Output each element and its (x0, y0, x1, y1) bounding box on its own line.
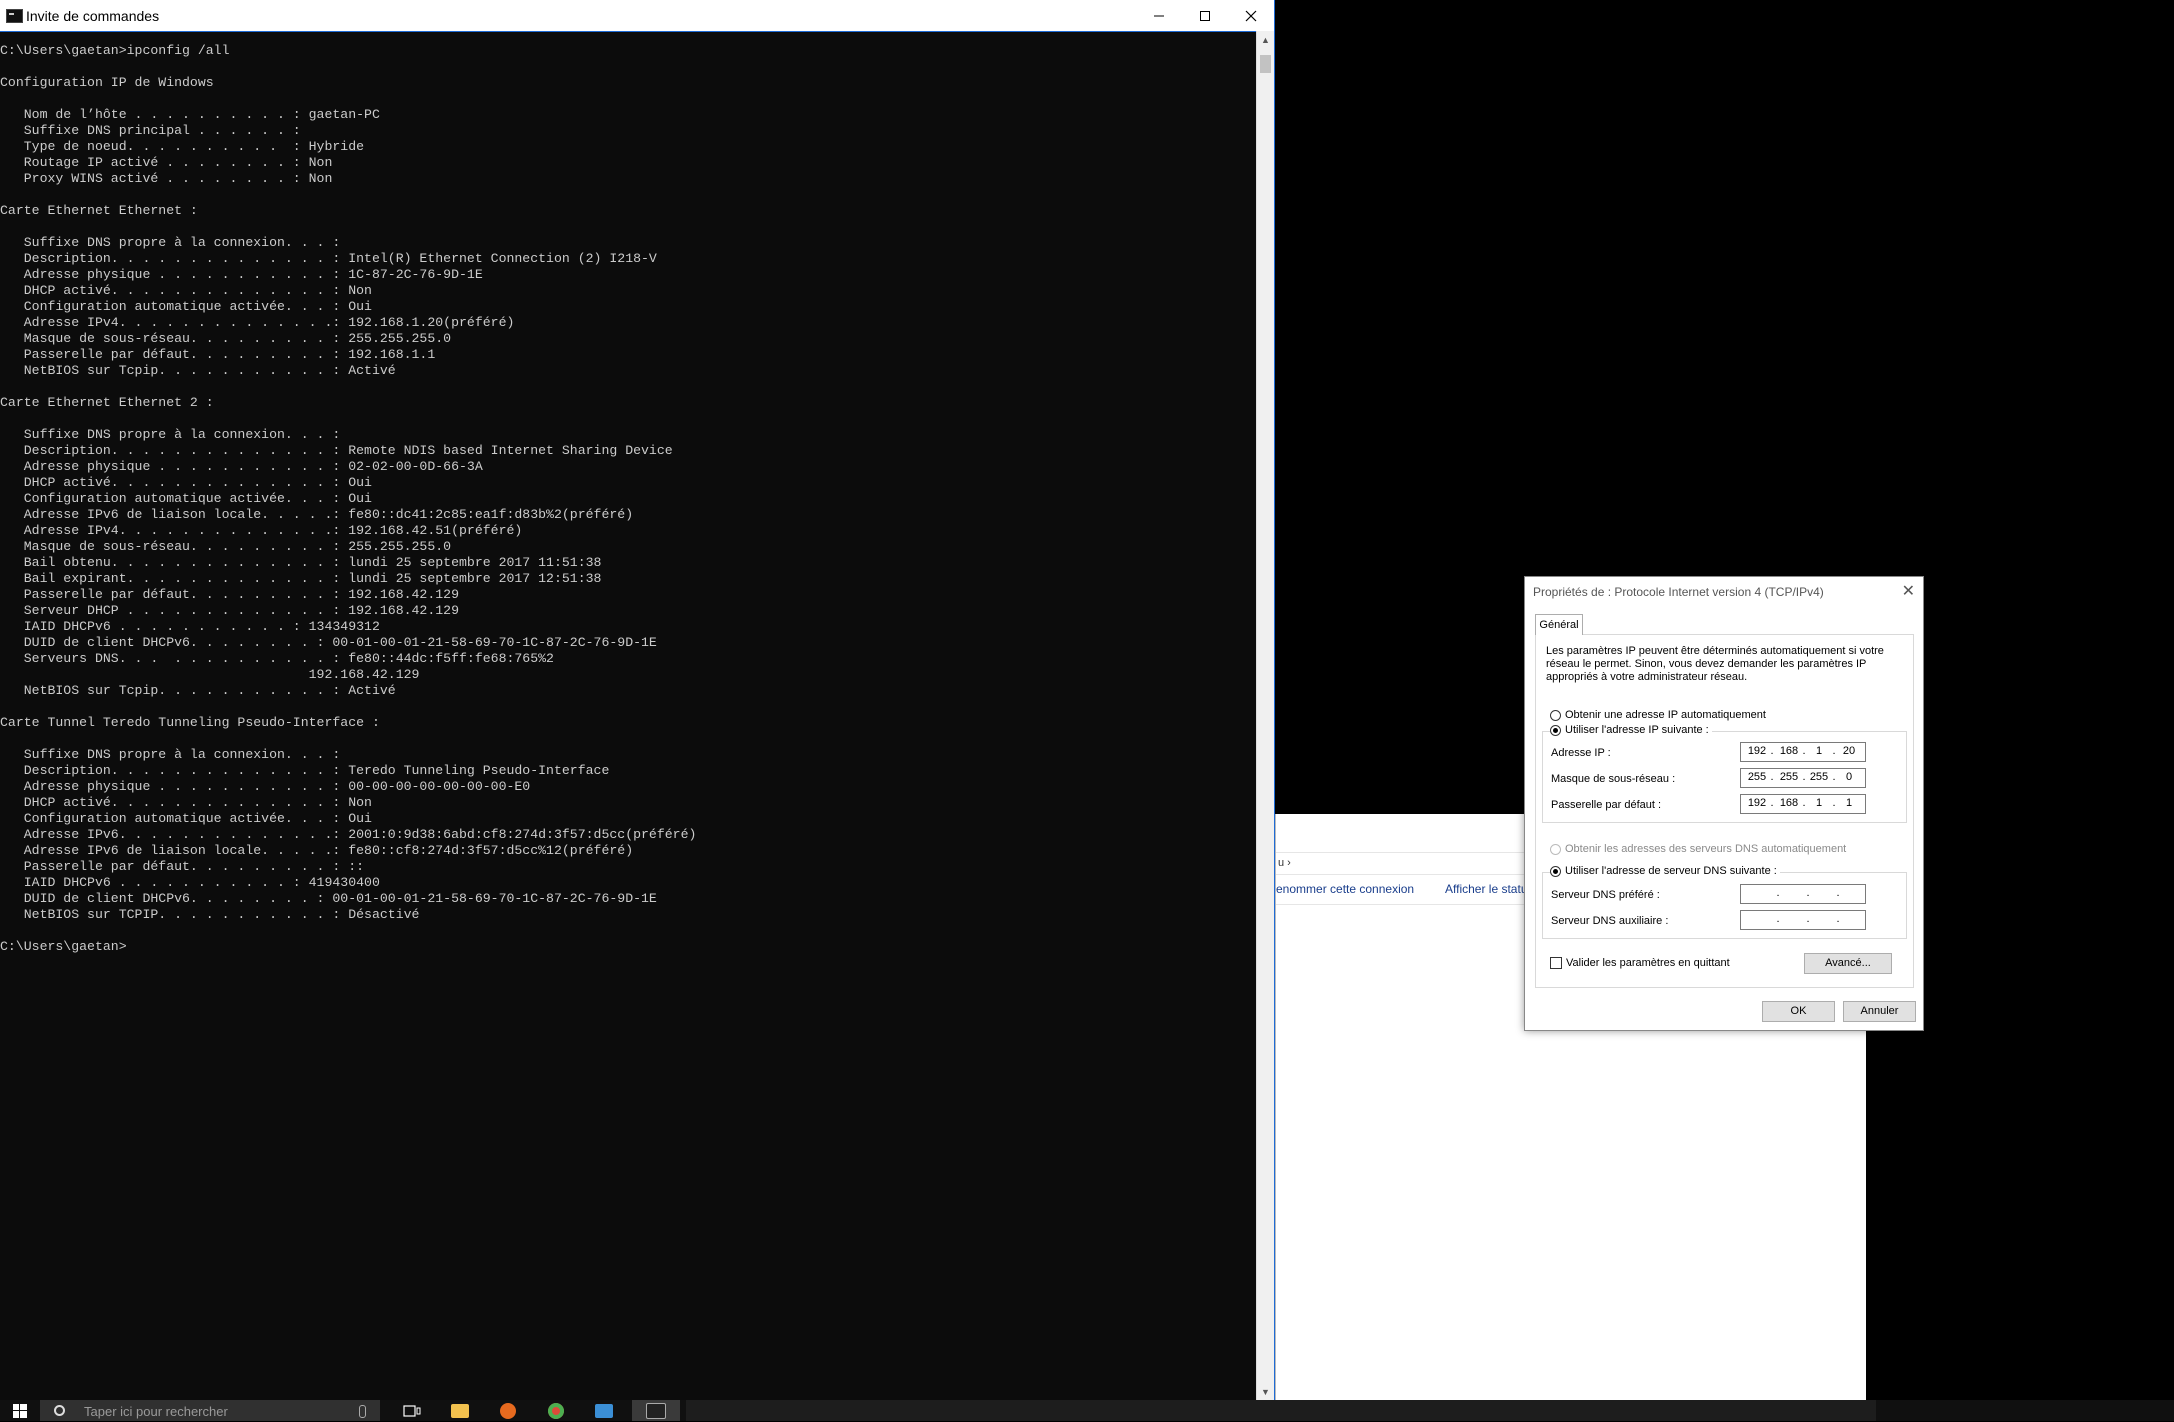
command-prompt-window: Invite de commandes C:\Users\gaetan>ipco… (0, 0, 1275, 1400)
radio-icon (1550, 709, 1561, 721)
chrome-button[interactable] (532, 1400, 580, 1421)
radio-selected-icon (1550, 724, 1561, 736)
windows-logo-icon (13, 1403, 27, 1418)
radio-selected-icon (1550, 865, 1561, 877)
folder-icon (451, 1403, 469, 1418)
mask-octet: 255 (1779, 771, 1799, 783)
ipv4-properties-dialog: Propriétés de : Protocole Internet versi… (1524, 576, 1924, 1031)
dialog-close-icon[interactable]: ✕ (1902, 581, 1915, 601)
ip-octet: 168 (1779, 745, 1799, 757)
validate-label: Valider les paramètres en quittant (1566, 957, 1730, 969)
search-placeholder: Taper ici pour rechercher (84, 1404, 228, 1419)
gateway-octet: 1 (1815, 797, 1823, 809)
ip-octet: 1 (1815, 745, 1823, 757)
alternate-dns-input[interactable]: ... (1740, 910, 1866, 930)
network-app-button[interactable] (580, 1400, 628, 1421)
gateway-input[interactable]: 192. 168. 1. 1 (1740, 794, 1866, 814)
console-titlebar: Invite de commandes (0, 0, 1274, 32)
gateway-octet: 192 (1747, 797, 1767, 809)
taskbar-search[interactable]: Taper ici pour rechercher (40, 1400, 380, 1421)
dialog-title: Propriétés de : Protocole Internet versi… (1533, 585, 1824, 599)
manual-dns-radio[interactable]: Utiliser l'adresse de serveur DNS suivan… (1550, 865, 1780, 877)
console-title: Invite de commandes (26, 8, 160, 24)
console-text: C:\Users\gaetan>ipconfig /all Configurat… (0, 43, 697, 954)
mask-octet: 255 (1747, 771, 1767, 783)
gateway-octet: 168 (1779, 797, 1799, 809)
taskbar: Taper ici pour rechercher (0, 1400, 2174, 1421)
mask-octet: 0 (1845, 771, 1853, 783)
maximize-icon (1200, 10, 1210, 21)
mask-octet: 255 (1809, 771, 1829, 783)
minimize-icon (1154, 15, 1164, 16)
ok-button[interactable]: OK (1762, 1001, 1835, 1022)
gateway-octet: 1 (1845, 797, 1853, 809)
preferred-dns-input[interactable]: ... (1740, 884, 1866, 904)
close-button[interactable] (1228, 0, 1274, 31)
auto-dns-label: Obtenir les adresses des serveurs DNS au… (1565, 843, 1847, 855)
cancel-button[interactable]: Annuler (1843, 1001, 1916, 1022)
subnet-mask-input[interactable]: 255. 255. 255. 0 (1740, 768, 1866, 788)
subnet-mask-label: Masque de sous-réseau : (1551, 773, 1676, 785)
manual-ip-label: Utiliser l'adresse IP suivante : (1565, 724, 1709, 736)
firefox-button[interactable] (484, 1400, 532, 1421)
scroll-up-icon[interactable]: ▲ (1257, 31, 1274, 48)
auto-ip-label: Obtenir une adresse IP automatiquement (1565, 709, 1766, 721)
auto-dns-radio[interactable]: Obtenir les adresses des serveurs DNS au… (1550, 843, 1846, 855)
advanced-button[interactable]: Avancé... (1804, 953, 1892, 974)
auto-ip-radio[interactable]: Obtenir une adresse IP automatiquement (1550, 709, 1766, 721)
console-output[interactable]: C:\Users\gaetan>ipconfig /all Configurat… (0, 43, 1255, 1393)
start-button[interactable] (0, 1400, 40, 1421)
tab-general[interactable]: Général (1535, 614, 1583, 635)
intro-text: Les paramètres IP peuvent être déterminé… (1546, 645, 1884, 683)
close-icon (1245, 10, 1257, 21)
search-icon (54, 1405, 65, 1416)
ip-address-input[interactable]: 192. 168. 1. 20 (1740, 742, 1866, 762)
gateway-label: Passerelle par défaut : (1551, 799, 1662, 811)
taskbar-empty-area (686, 1400, 1876, 1421)
alternate-dns-label: Serveur DNS auxiliaire : (1551, 915, 1669, 927)
maximize-button[interactable] (1182, 0, 1228, 31)
ip-octet: 20 (1842, 745, 1856, 757)
ip-address-label: Adresse IP : (1551, 747, 1611, 759)
rename-connection-link[interactable]: enommer cette connexion (1276, 874, 1414, 904)
minimize-button[interactable] (1136, 0, 1182, 31)
ip-octet: 192 (1747, 745, 1767, 757)
scroll-thumb[interactable] (1260, 55, 1271, 73)
console-icon (646, 1402, 666, 1419)
show-status-link[interactable]: Afficher le statut (1445, 874, 1525, 904)
radio-icon (1550, 843, 1561, 855)
microphone-icon[interactable] (359, 1405, 366, 1418)
general-panel: Les paramètres IP peuvent être déterminé… (1535, 634, 1914, 988)
firefox-icon (500, 1402, 516, 1419)
network-icon (595, 1403, 613, 1418)
chrome-icon (548, 1402, 564, 1419)
command-prompt-taskbar-button[interactable] (632, 1400, 680, 1421)
manual-dns-label: Utiliser l'adresse de serveur DNS suivan… (1565, 865, 1777, 877)
task-view-icon (403, 1404, 421, 1417)
console-app-icon (6, 9, 23, 23)
scroll-down-icon[interactable]: ▼ (1257, 1383, 1274, 1400)
validate-on-exit-checkbox[interactable]: Valider les paramètres en quittant (1550, 957, 1730, 969)
console-scrollbar[interactable]: ▲ ▼ (1256, 31, 1274, 1400)
file-explorer-button[interactable] (436, 1400, 484, 1421)
preferred-dns-label: Serveur DNS préféré : (1551, 889, 1660, 901)
task-view-button[interactable] (388, 1400, 436, 1421)
checkbox-icon (1550, 957, 1562, 969)
manual-ip-radio[interactable]: Utiliser l'adresse IP suivante : (1550, 724, 1712, 736)
